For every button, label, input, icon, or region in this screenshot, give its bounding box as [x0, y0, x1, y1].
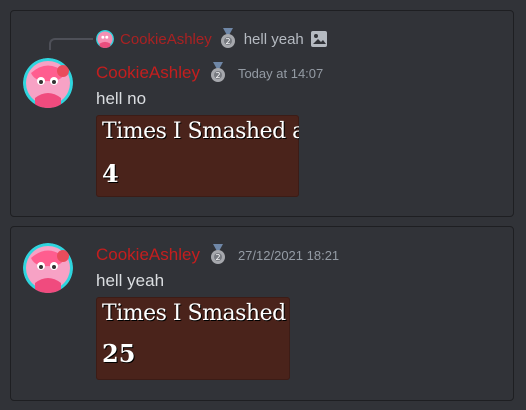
svg-text:2: 2	[215, 71, 220, 80]
embed-count: 25	[102, 339, 136, 368]
medal-badge-icon: 2	[208, 243, 228, 267]
message-header: CookieAshley 2 27/12/2021 18:21	[96, 243, 339, 267]
embed-count: 4	[102, 159, 119, 188]
embed-title: Times I Smashed a	[102, 119, 299, 144]
message-feed: CookieAshley 2 hell yeah CookieAshley 2 …	[0, 0, 526, 410]
embed-title: Times I Smashed	[102, 301, 286, 326]
svg-text:2: 2	[225, 37, 230, 46]
reply-text[interactable]: hell yeah	[244, 31, 304, 48]
medal-badge-icon: 2	[218, 27, 238, 51]
message-header: CookieAshley 2 Today at 14:07	[96, 61, 323, 85]
avatar[interactable]	[23, 243, 73, 293]
username[interactable]: CookieAshley	[96, 63, 200, 83]
reply-username[interactable]: CookieAshley	[120, 31, 212, 48]
avatar[interactable]	[23, 58, 73, 108]
reply-connector-line	[49, 38, 93, 50]
svg-text:2: 2	[215, 253, 220, 262]
username[interactable]: CookieAshley	[96, 245, 200, 265]
image-icon	[310, 30, 328, 48]
reply-avatar[interactable]	[96, 30, 114, 48]
timestamp: 27/12/2021 18:21	[237, 247, 340, 263]
message-card: CookieAshley 2 hell yeah CookieAshley 2 …	[10, 10, 514, 217]
message-text: hell yeah	[96, 271, 165, 290]
medal-badge-icon: 2	[208, 61, 228, 85]
reply-preview[interactable]: CookieAshley 2 hell yeah	[96, 27, 328, 51]
timestamp: Today at 14:07	[237, 65, 324, 81]
image-embed[interactable]: Times I Smashed a 4	[96, 115, 299, 197]
message-text: hell no	[96, 89, 147, 108]
image-embed[interactable]: Times I Smashed 25	[96, 297, 290, 380]
message-card: CookieAshley 2 27/12/2021 18:21 hell yea…	[10, 226, 514, 401]
